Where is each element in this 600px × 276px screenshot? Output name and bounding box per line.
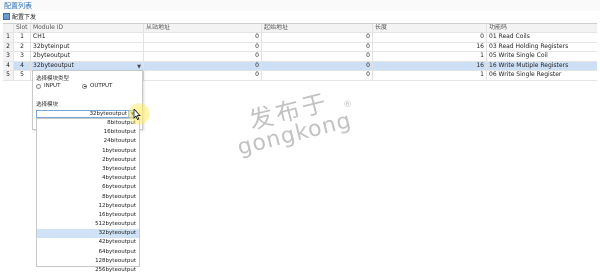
module-id-cell[interactable]: 2byteoutput [31, 52, 144, 61]
dropdown-option[interactable]: 8byteoutput [37, 193, 139, 202]
row-number: 3 [3, 52, 14, 61]
row-number: 2 [3, 42, 14, 51]
watermark: 发布于 gongkong [235, 78, 354, 160]
dropdown-option[interactable]: 12byteoutput [37, 202, 139, 211]
dropdown-option[interactable]: 4byteoutput [37, 174, 139, 183]
start-address-cell[interactable]: 0 [262, 33, 373, 42]
window-title: 配置列表 [4, 2, 32, 10]
slot-cell[interactable]: 3 [14, 52, 31, 61]
module-options-list[interactable]: 8bitoutput 16bitoutput 24bitoutput 1byteout… [36, 118, 140, 273]
dropdown-option[interactable]: 128byteoutput [37, 257, 139, 266]
row-number: 4 [3, 61, 14, 70]
slave-address-cell[interactable]: 0 [144, 61, 262, 70]
dropdown-option[interactable]: 256byteoutput [37, 266, 139, 275]
slave-address-cell[interactable]: 0 [144, 42, 262, 51]
function-code-cell[interactable]: 06 Write Single Register [487, 71, 597, 80]
start-address-cell[interactable]: 0 [262, 71, 373, 80]
dropdown-option[interactable]: 16byteoutput [37, 211, 139, 220]
module-id-dropdown[interactable]: 32byteoutput ▼ [31, 61, 144, 71]
dropdown-option[interactable]: 512byteoutput [37, 220, 139, 229]
mouse-cursor-icon [133, 109, 141, 120]
header-rownum [3, 24, 14, 32]
download-config-button[interactable]: 配置下发 [3, 12, 37, 21]
download-config-label: 配置下发 [12, 13, 37, 21]
module-select-label: 选择模块 [36, 102, 59, 108]
dropdown-option[interactable]: 8bitoutput [37, 119, 139, 128]
start-address-cell[interactable]: 0 [262, 42, 373, 51]
toolbar: 配置下发 [0, 11, 600, 21]
header-module-id[interactable]: Module ID [31, 24, 144, 32]
radio-checked-icon [82, 83, 87, 89]
radio-circle-icon [36, 83, 41, 89]
length-cell[interactable]: 16 [373, 42, 487, 51]
header-start-address[interactable]: 起始地址 [262, 24, 373, 32]
chevron-down-icon[interactable]: ▼ [137, 63, 141, 71]
dropdown-option[interactable]: 32byteoutput [37, 229, 139, 239]
dropdown-option[interactable]: 16bitoutput [37, 128, 139, 137]
row-number: 5 [3, 71, 14, 80]
length-cell[interactable]: 1 [373, 52, 487, 61]
title-bar: 配置列表 [0, 0, 600, 11]
module-id-cell[interactable]: CH1 [31, 33, 144, 42]
row-number: 1 [3, 33, 14, 42]
module-combobox[interactable]: 32byteoutput ▼ [36, 110, 137, 118]
slot-cell[interactable]: 2 [14, 42, 31, 51]
module-type-label: 选择模块类型 [36, 76, 70, 82]
dropdown-option[interactable]: 3byteoutput [37, 165, 139, 174]
start-address-cell[interactable]: 0 [262, 61, 373, 70]
slot-cell[interactable]: 4 [14, 61, 31, 70]
slot-cell[interactable]: 5 [14, 71, 31, 80]
module-combobox-value: 32byteoutput [89, 111, 127, 117]
dropdown-option[interactable]: 24bitoutput [37, 137, 139, 146]
module-id-cell[interactable]: 32byteinput [31, 42, 144, 51]
function-code-cell[interactable]: 05 Write Single Coil [487, 52, 597, 61]
function-code-cell[interactable]: 01 Read Coils [487, 33, 597, 42]
input-radio-label: INPUT [44, 83, 61, 89]
slot-cell[interactable]: 1 [14, 33, 31, 42]
module-id-value: 32byteoutput [33, 61, 74, 69]
slave-address-cell[interactable]: 0 [144, 33, 262, 42]
length-cell[interactable]: 16 [373, 61, 487, 70]
grid-header: Slot Module ID 从站地址 起始地址 长度 功能码 [3, 24, 597, 33]
table-row[interactable]: 1 1 CH1 0 0 0 01 Read Coils [3, 33, 597, 43]
dropdown-option[interactable]: 42byteoutput [37, 238, 139, 247]
function-code-cell[interactable]: 16 Write Mutiple Registers [487, 62, 597, 71]
input-radio[interactable]: INPUT [36, 83, 60, 89]
slave-address-cell[interactable]: 0 [144, 52, 262, 61]
dropdown-option[interactable]: 2byteoutput [37, 156, 139, 165]
table-row[interactable]: 2 2 32byteinput 0 0 16 03 Read Holding R… [3, 42, 597, 52]
header-length[interactable]: 长度 [373, 24, 487, 32]
header-slot[interactable]: Slot [14, 24, 31, 32]
length-cell[interactable]: 1 [373, 71, 487, 80]
dropdown-option[interactable]: 1byteoutput [37, 147, 139, 156]
start-address-cell[interactable]: 0 [262, 52, 373, 61]
table-row[interactable]: 3 3 2byteoutput 0 0 1 05 Write Single Co… [3, 52, 597, 62]
output-radio-label: OUTPUT [90, 83, 113, 89]
output-radio[interactable]: OUTPUT [82, 83, 112, 89]
dropdown-option[interactable]: 6byteoutput [37, 183, 139, 192]
header-slave-address[interactable]: 从站地址 [144, 24, 262, 32]
dropdown-option[interactable]: 64byteoutput [37, 248, 139, 257]
download-icon [3, 12, 10, 20]
header-function-code[interactable]: 功能码 [487, 24, 597, 32]
registered-mark: ® [343, 100, 352, 110]
slave-address-cell[interactable]: 0 [144, 71, 262, 80]
length-cell[interactable]: 0 [373, 33, 487, 42]
function-code-cell[interactable]: 03 Read Holding Registers [487, 43, 597, 52]
